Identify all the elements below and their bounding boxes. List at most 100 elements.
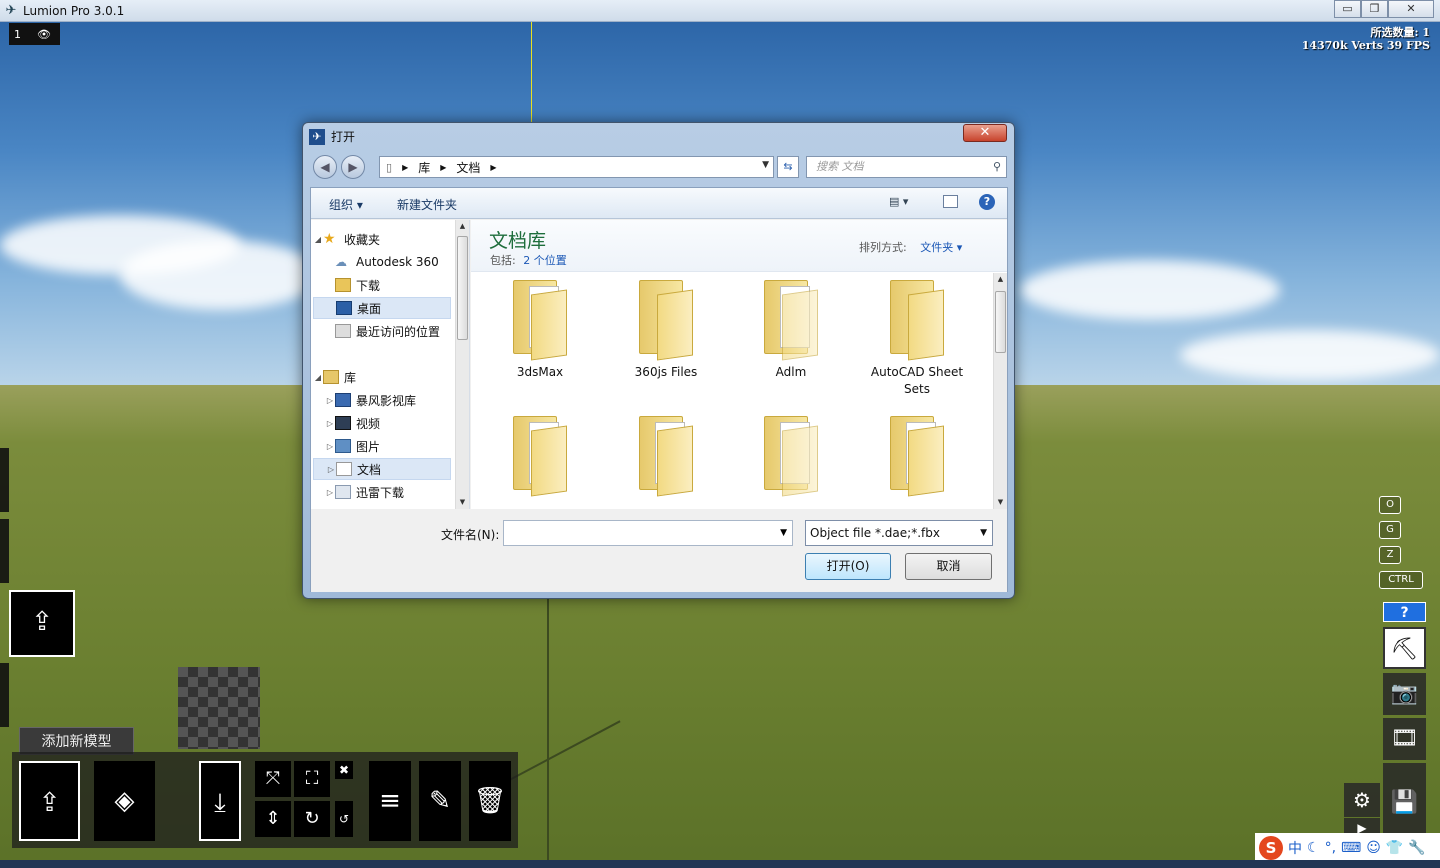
move-button[interactable]: ⤧ bbox=[255, 761, 291, 797]
search-placeholder: 搜索 文档 bbox=[816, 160, 864, 173]
dialog-close-button[interactable]: ✕ bbox=[963, 124, 1007, 142]
chevron-down-icon[interactable]: ▼ bbox=[762, 160, 769, 170]
keyboard-icon[interactable]: ⌨ bbox=[1341, 840, 1361, 856]
import-model-tile[interactable]: ⇪ bbox=[9, 590, 75, 657]
nav-item-pictures[interactable]: ▷ 图片 bbox=[325, 435, 465, 457]
help-icon[interactable]: ? bbox=[979, 194, 995, 210]
collapse-icon[interactable]: ◢ bbox=[313, 373, 323, 382]
movie-mode-button[interactable]: 🎞 bbox=[1383, 718, 1426, 760]
includes-locations-link[interactable]: 2 个位置 bbox=[523, 254, 567, 267]
collapse-icon[interactable]: ◢ bbox=[313, 235, 323, 244]
cancel-button[interactable]: 取消 bbox=[905, 553, 992, 580]
view-options-icon[interactable]: ▤ ▾ bbox=[889, 195, 908, 208]
folder-item[interactable] bbox=[611, 416, 721, 497]
add-model-button[interactable]: ⇪ bbox=[19, 761, 80, 841]
nav-item-video-library[interactable]: ▷ 暴风影视库 bbox=[325, 389, 465, 411]
ime-toolbar[interactable]: S 中 ☾ °, ⌨ ☺ 👕 🔧 bbox=[1255, 833, 1440, 863]
ime-mode[interactable]: 中 bbox=[1288, 838, 1302, 858]
rotate-step-button[interactable]: ↺ bbox=[335, 801, 353, 837]
scale-button[interactable]: ⛶ bbox=[294, 761, 330, 797]
add-new-model-tooltip: 添加新模型 bbox=[19, 727, 134, 755]
nav-item-recent-places[interactable]: 最近访问的位置 bbox=[325, 320, 465, 342]
side-tab[interactable] bbox=[0, 519, 9, 583]
punctuation-icon[interactable]: °, bbox=[1325, 840, 1336, 856]
photo-mode-button[interactable]: 📷 bbox=[1383, 673, 1426, 715]
library-header: 文档库 包括: 2 个位置 排列方式: 文件夹 ▾ bbox=[471, 220, 1007, 272]
file-type-select[interactable]: Object file *.dae;*.fbx ▼ bbox=[805, 520, 993, 546]
save-button[interactable]: 💾 bbox=[1383, 763, 1426, 833]
chevron-down-icon[interactable]: ▼ bbox=[980, 521, 987, 545]
folder-item[interactable] bbox=[736, 416, 846, 497]
folder-item[interactable] bbox=[862, 416, 972, 497]
nav-scrollbar[interactable]: ▲ ▼ bbox=[455, 220, 469, 509]
delete-small-button[interactable]: ✖ bbox=[335, 761, 353, 779]
user-icon[interactable]: ☺ bbox=[1366, 840, 1381, 856]
folder-item[interactable] bbox=[485, 416, 595, 497]
help-button[interactable]: ? bbox=[1383, 602, 1426, 622]
delete-button[interactable]: 🗑 bbox=[469, 761, 511, 841]
organize-menu[interactable]: 组织 ▾ bbox=[329, 196, 363, 213]
moon-icon[interactable]: ☾ bbox=[1307, 840, 1320, 856]
expand-icon[interactable]: ▷ bbox=[326, 465, 336, 474]
build-mode-button[interactable]: ⛏ bbox=[1383, 627, 1426, 669]
nav-libraries[interactable]: ◢ 库 bbox=[313, 366, 453, 388]
close-button[interactable]: ✕ bbox=[1388, 0, 1434, 18]
search-input[interactable]: 搜索 文档 ⚲ bbox=[806, 156, 1007, 178]
settings-button[interactable]: ⚙ bbox=[1344, 783, 1380, 817]
properties-button[interactable]: ≡ bbox=[369, 761, 411, 841]
nav-item-videos[interactable]: ▷ 视频 bbox=[325, 412, 465, 434]
preview-pane-icon[interactable] bbox=[943, 195, 958, 208]
expand-icon[interactable]: ▷ bbox=[325, 442, 335, 451]
shirt-icon[interactable]: 👕 bbox=[1386, 840, 1403, 856]
folder-3dsmax[interactable]: 3dsMax bbox=[485, 280, 595, 381]
nav-item-documents[interactable]: ▷ 文档 bbox=[313, 458, 451, 480]
forward-button[interactable]: ▶ bbox=[341, 155, 365, 179]
minimize-button[interactable]: ▭ bbox=[1334, 0, 1361, 18]
nav-item-desktop[interactable]: 桌面 bbox=[313, 297, 451, 319]
place-object-button[interactable]: ⤓ bbox=[199, 761, 241, 841]
back-button[interactable]: ◀ bbox=[313, 155, 337, 179]
restore-button[interactable]: ❐ bbox=[1361, 0, 1388, 18]
scroll-up-arrow[interactable]: ▲ bbox=[994, 275, 1007, 283]
scroll-down-arrow[interactable]: ▼ bbox=[456, 498, 469, 506]
expand-icon[interactable]: ▷ bbox=[325, 419, 335, 428]
scroll-thumb[interactable] bbox=[457, 236, 468, 340]
height-button[interactable]: ⇕ bbox=[255, 801, 291, 837]
open-button[interactable]: 打开(O) bbox=[805, 553, 891, 580]
scroll-up-arrow[interactable]: ▲ bbox=[456, 222, 469, 230]
rotate-button[interactable]: ↻ bbox=[294, 801, 330, 837]
side-tab[interactable] bbox=[0, 663, 9, 727]
expand-icon[interactable]: ▷ bbox=[325, 488, 335, 497]
address-bar[interactable]: ▯ ▶ 库 ▶ 文档 ▶ ▼ bbox=[379, 156, 774, 178]
downloads-library-icon bbox=[335, 485, 351, 499]
save-icon: 💾 bbox=[1390, 790, 1419, 815]
expand-icon[interactable]: ▷ bbox=[325, 396, 335, 405]
nav-item-downloads[interactable]: 下载 bbox=[325, 274, 465, 296]
folder-autocad-sheet-sets[interactable]: AutoCAD Sheet Sets bbox=[862, 280, 972, 398]
arrange-by-dropdown[interactable]: 文件夹 ▾ bbox=[920, 241, 962, 254]
material-button[interactable]: ◈ bbox=[94, 761, 155, 841]
edit-button[interactable]: ✎ bbox=[419, 761, 461, 841]
scroll-down-arrow[interactable]: ▼ bbox=[994, 498, 1007, 506]
nav-label: 桌面 bbox=[357, 301, 382, 316]
file-list-scrollbar[interactable]: ▲ ▼ bbox=[993, 273, 1007, 509]
breadcrumb-documents[interactable]: 文档 bbox=[456, 159, 480, 176]
new-folder-button[interactable]: 新建文件夹 bbox=[397, 196, 457, 213]
breadcrumb-library[interactable]: 库 bbox=[418, 159, 430, 176]
nav-label: 库 bbox=[344, 370, 357, 385]
refresh-button[interactable]: ⇆ bbox=[777, 156, 799, 178]
pencil-icon: ✎ bbox=[429, 786, 451, 816]
nav-favorites[interactable]: ◢ ★ 收藏夹 bbox=[313, 228, 453, 250]
layer-visibility-toggle[interactable]: 1 👁 bbox=[9, 23, 60, 45]
chevron-down-icon[interactable]: ▼ bbox=[780, 521, 787, 545]
nav-label: 暴风影视库 bbox=[356, 393, 417, 408]
scroll-thumb[interactable] bbox=[995, 291, 1006, 353]
nav-item-autodesk-360[interactable]: ☁ Autodesk 360 bbox=[325, 251, 465, 273]
folder-360js-files[interactable]: 360js Files bbox=[611, 280, 721, 381]
filename-input[interactable]: ▼ bbox=[503, 520, 793, 546]
app-title: Lumion Pro 3.0.1 bbox=[23, 3, 125, 18]
side-tab[interactable] bbox=[0, 448, 9, 512]
wrench-icon[interactable]: 🔧 bbox=[1408, 840, 1425, 856]
folder-adlm[interactable]: Adlm bbox=[736, 280, 846, 381]
nav-item-xunlei-downloads[interactable]: ▷ 迅雷下载 bbox=[325, 481, 465, 503]
